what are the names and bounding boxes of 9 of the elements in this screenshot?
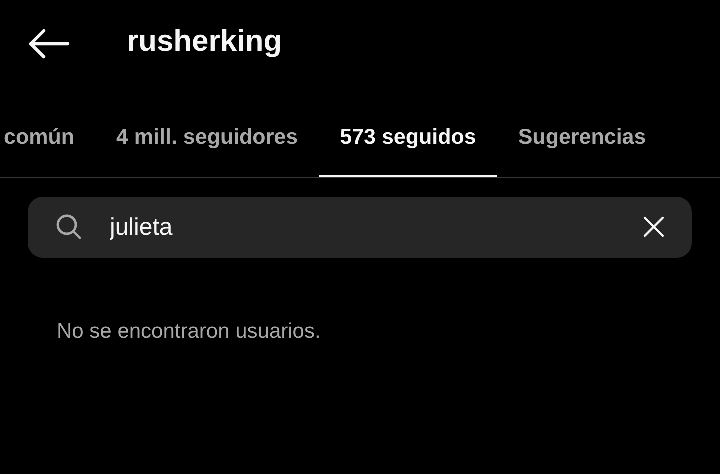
search-icon [56,214,82,240]
back-button[interactable] [28,29,70,59]
tab[interactable]: 4 mill. seguidores [95,100,320,177]
tab[interactable]: común [0,100,96,177]
clear-button[interactable] [643,216,665,238]
profile-username: rusherking [127,25,282,59]
tab[interactable]: Sugerencias [497,100,668,177]
tab[interactable]: 573 seguidos [319,100,498,177]
empty-results-message: No se encontraron usuarios. [57,320,322,344]
